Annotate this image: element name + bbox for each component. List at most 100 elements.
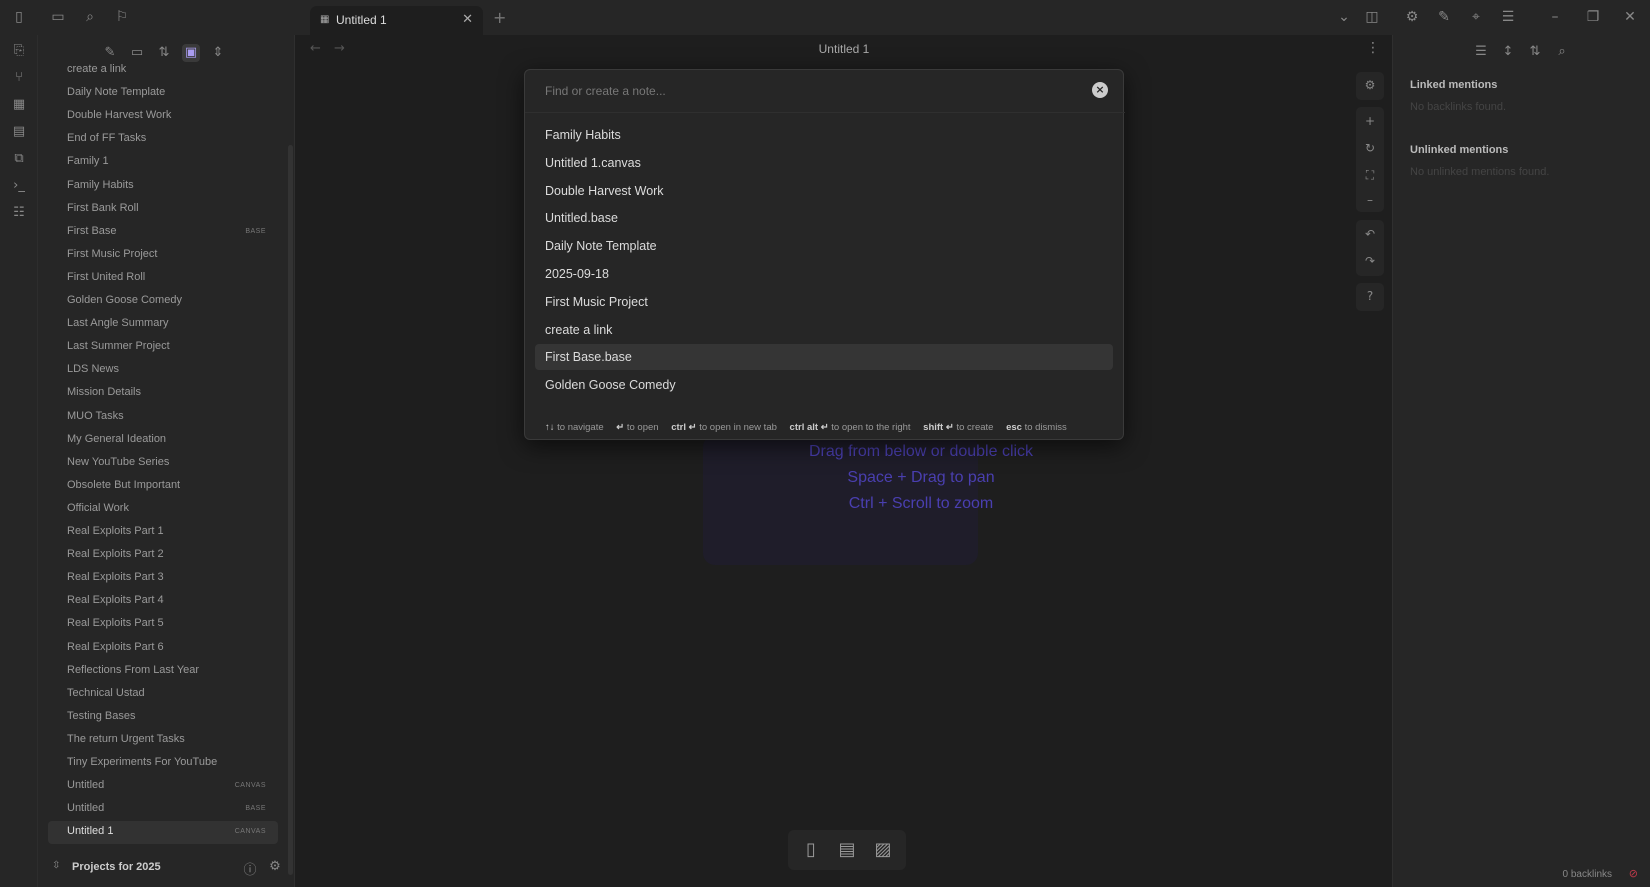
quick-switcher-result[interactable]: Double Harvest Work [535, 178, 1113, 204]
quick-switcher-result[interactable]: Untitled 1.canvas [535, 150, 1113, 176]
new-note-icon[interactable]: ✎ [101, 44, 119, 62]
file-item[interactable]: Golden Goose Comedy [48, 290, 278, 313]
bases-icon[interactable]: ☷ [10, 204, 28, 222]
file-item[interactable]: New YouTube Series [48, 452, 278, 475]
file-item[interactable]: The return Urgent Tasks [48, 729, 278, 752]
quick-switcher-result[interactable]: First Base.base [535, 344, 1113, 371]
search-icon[interactable]: ⌕ [1553, 43, 1571, 61]
clear-search-icon[interactable]: × [1092, 82, 1108, 98]
file-item[interactable]: Real Exploits Part 1 [48, 521, 278, 544]
collapse-all-icon[interactable]: ⇕ [209, 44, 227, 62]
unlinked-mentions-heading[interactable]: Unlinked mentions [1410, 144, 1508, 156]
scrollbar[interactable] [288, 145, 293, 875]
quick-switcher-input[interactable] [535, 76, 1105, 106]
sidebar-toggle-icon[interactable]: ▯ [11, 9, 27, 25]
quick-switcher-result[interactable]: 2025-09-18 [535, 261, 1113, 287]
minimize-icon[interactable]: – [1547, 9, 1563, 25]
file-label: Family Habits [67, 178, 134, 191]
graph-icon[interactable]: ⚙ [1404, 9, 1420, 25]
file-item[interactable]: Untitled BASE [48, 798, 278, 821]
copy-icon[interactable]: ⧉ [10, 150, 28, 168]
zoom-out-icon[interactable]: – [1356, 193, 1384, 207]
file-item[interactable]: Tiny Experiments For YouTube [48, 752, 278, 775]
more-options-icon[interactable]: ⋮ [1366, 40, 1380, 56]
tab-untitled-1[interactable]: ▦ Untitled 1 ✕ [310, 6, 483, 35]
quick-switcher-result[interactable]: create a link [535, 317, 1113, 343]
tags-icon[interactable]: ⌖ [1468, 9, 1484, 25]
settings-gear-icon[interactable]: ⚙ [1356, 78, 1384, 92]
file-item[interactable]: Mission Details [48, 382, 278, 405]
file-item[interactable]: Untitled CANVAS [48, 775, 278, 798]
add-note-icon[interactable]: ▤ [836, 839, 858, 861]
file-item[interactable]: Untitled 1 CANVAS [48, 821, 278, 845]
sync-error-icon[interactable]: ⊘ [1629, 867, 1638, 880]
file-item[interactable]: Family 1 [48, 151, 278, 174]
file-item[interactable]: Testing Bases [48, 706, 278, 729]
file-item[interactable]: First Music Project [48, 244, 278, 267]
file-item[interactable]: First United Roll [48, 267, 278, 290]
list-icon[interactable]: ☰ [1472, 43, 1490, 61]
bookmark-icon[interactable]: ⚐ [114, 9, 130, 25]
file-item[interactable]: Real Exploits Part 5 [48, 613, 278, 636]
auto-reveal-icon[interactable]: ▣ [182, 44, 200, 62]
file-item[interactable]: Real Exploits Part 2 [48, 544, 278, 567]
restore-icon[interactable]: ❐ [1585, 9, 1601, 25]
file-item[interactable]: My General Ideation [48, 429, 278, 452]
zoom-to-fit-icon[interactable]: ⛶ [1356, 168, 1384, 183]
linked-mentions-heading[interactable]: Linked mentions [1410, 79, 1497, 91]
file-item[interactable]: Real Exploits Part 6 [48, 637, 278, 660]
file-item[interactable]: Daily Note Template [48, 82, 278, 105]
pen-icon[interactable]: ✎ [1436, 9, 1452, 25]
sort-icon[interactable]: ⇅ [155, 44, 173, 62]
redo-icon[interactable]: ↷ [1356, 254, 1384, 268]
file-item[interactable]: First Bank Roll [48, 198, 278, 221]
file-item[interactable]: Obsolete But Important [48, 475, 278, 498]
quick-switcher-result[interactable]: Golden Goose Comedy [535, 372, 1113, 398]
file-item[interactable]: LDS News [48, 359, 278, 382]
expand-icon[interactable]: ↕ [1499, 43, 1517, 61]
file-item[interactable]: Last Summer Project [48, 336, 278, 359]
chevron-down-icon[interactable]: ⌄ [1336, 9, 1352, 25]
search-icon[interactable]: ⌕ [82, 9, 98, 25]
file-item[interactable]: Technical Ustad [48, 683, 278, 706]
undo-icon[interactable]: ↶ [1356, 227, 1384, 241]
close-tab-icon[interactable]: ✕ [462, 12, 473, 27]
right-sidebar-toggle-icon[interactable]: ◫ [1364, 9, 1380, 25]
canvas-icon[interactable]: ▦ [10, 96, 28, 114]
file-item[interactable]: create a link [48, 63, 278, 82]
help-icon[interactable]: ⓘ [242, 859, 258, 878]
linked-mentions-empty: No backlinks found. [1410, 101, 1506, 113]
help-icon[interactable]: ? [1356, 289, 1384, 303]
new-folder-icon[interactable]: ▭ [128, 44, 146, 62]
calendar-icon[interactable]: ▤ [10, 123, 28, 141]
quick-switcher-result[interactable]: Family Habits [535, 122, 1113, 148]
close-window-icon[interactable]: ✕ [1622, 9, 1638, 25]
file-item[interactable]: Reflections From Last Year [48, 660, 278, 683]
file-label: Tiny Experiments For YouTube [67, 756, 218, 768]
file-item[interactable]: End of FF Tasks [48, 128, 278, 151]
zoom-in-icon[interactable]: + [1356, 114, 1384, 128]
add-card-icon[interactable]: ▯ [800, 839, 822, 861]
graph-view-icon[interactable]: ⑂ [10, 69, 28, 87]
file-item[interactable]: Family Habits [48, 175, 278, 198]
file-item[interactable]: First Base BASE [48, 221, 278, 244]
open-note-icon[interactable]: ⎘ [10, 42, 28, 60]
add-media-icon[interactable]: ▨ [872, 839, 894, 861]
quick-switcher-result[interactable]: First Music Project [535, 289, 1113, 315]
file-item[interactable]: Real Exploits Part 3 [48, 567, 278, 590]
folder-icon[interactable]: ▭ [50, 9, 66, 25]
file-item[interactable]: MUO Tasks [48, 406, 278, 429]
quick-switcher-result[interactable]: Daily Note Template [535, 233, 1113, 259]
file-item[interactable]: Last Angle Summary [48, 313, 278, 336]
file-item[interactable]: Real Exploits Part 4 [48, 590, 278, 613]
quick-switcher-result[interactable]: Untitled.base [535, 205, 1113, 231]
file-item[interactable]: Double Harvest Work [48, 105, 278, 128]
new-tab-icon[interactable]: + [493, 8, 506, 27]
list-icon[interactable]: ☰ [1500, 9, 1516, 25]
sort-icon[interactable]: ⇅ [1526, 43, 1544, 61]
terminal-icon[interactable]: ›_ [10, 177, 28, 195]
settings-gear-icon[interactable]: ⚙ [267, 859, 283, 875]
file-item[interactable]: Official Work [48, 498, 278, 521]
vault-switcher[interactable]: ⇳ Projects for 2025 ⓘ ⚙ [38, 851, 295, 887]
reset-zoom-icon[interactable]: ↻ [1356, 141, 1384, 155]
